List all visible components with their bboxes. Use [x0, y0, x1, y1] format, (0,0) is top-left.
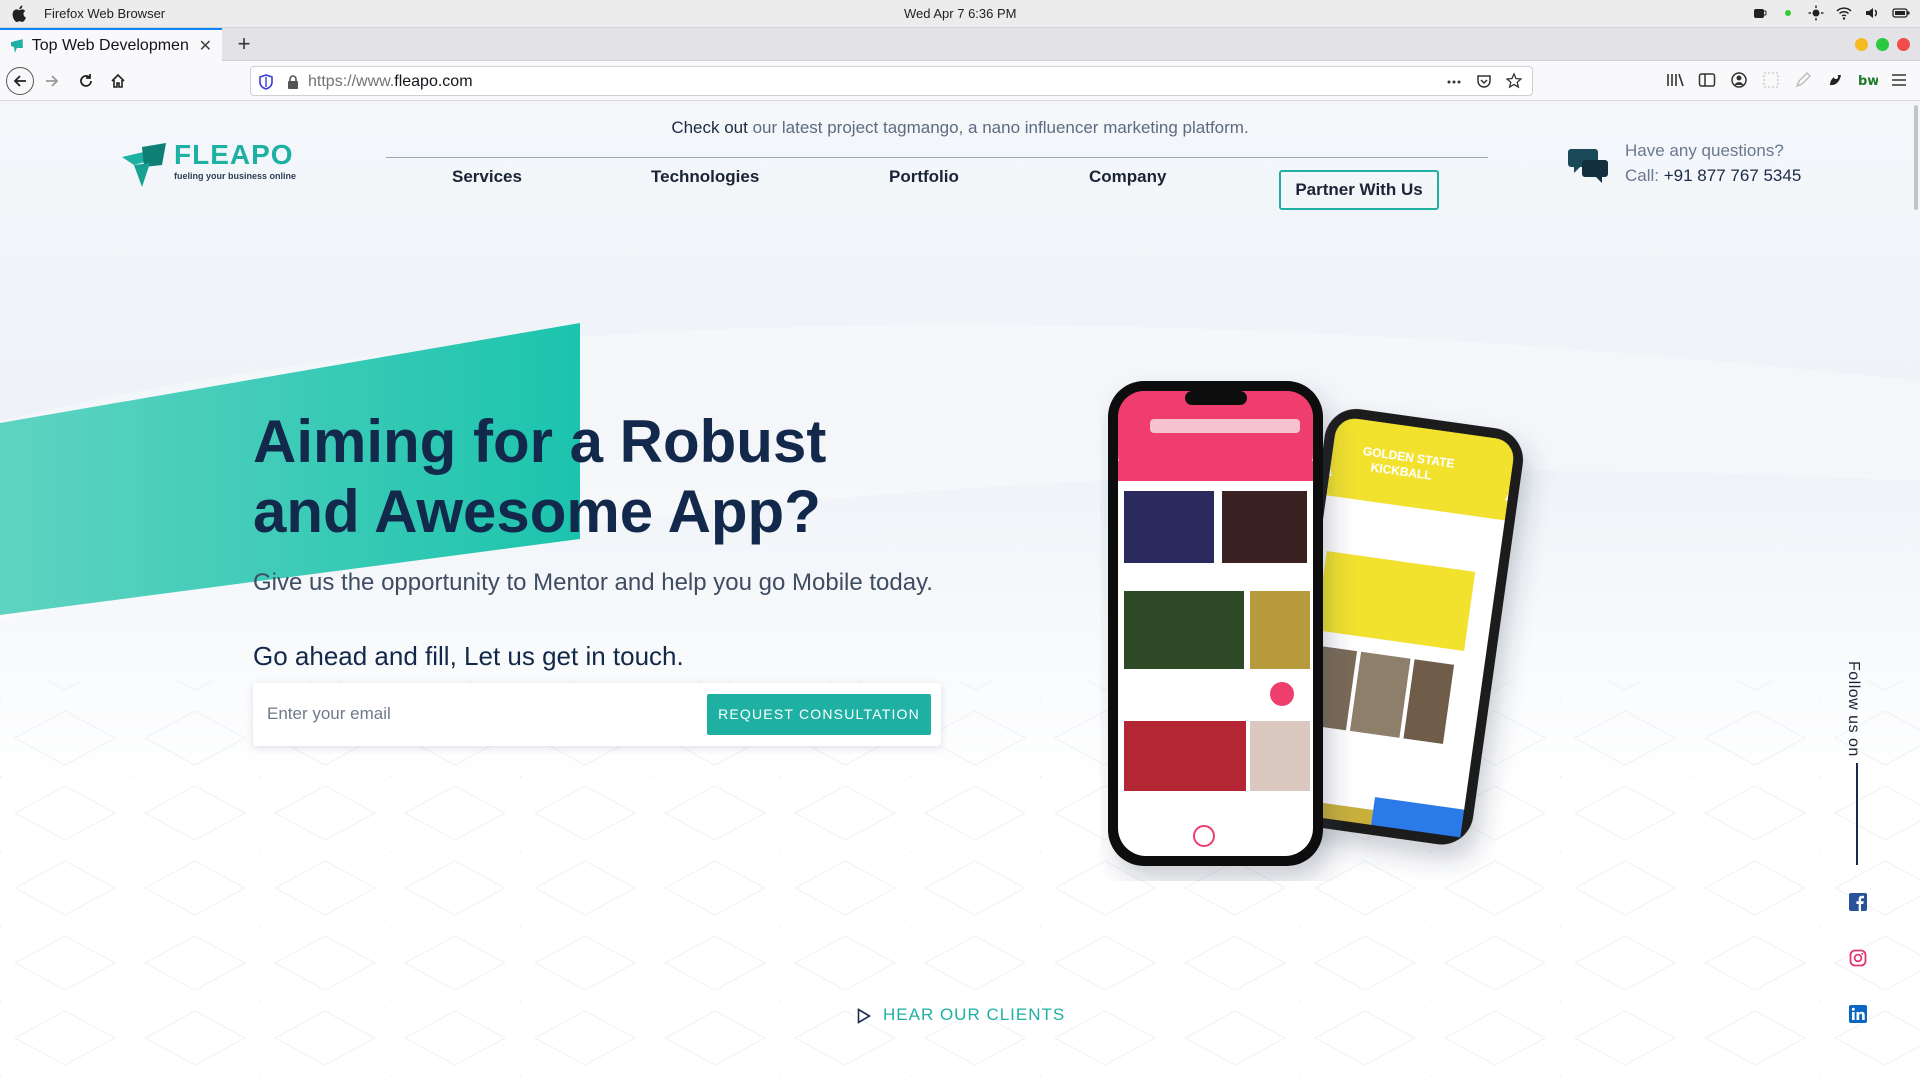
coffee-icon[interactable]	[1752, 5, 1768, 21]
site-favicon-icon	[10, 38, 23, 53]
apple-icon[interactable]	[12, 5, 26, 22]
forward-button[interactable]	[38, 67, 66, 95]
hero-title-line2: and Awesome App?	[253, 478, 821, 545]
bookmark-star-icon[interactable]	[1505, 72, 1523, 95]
screenshot-icon[interactable]	[1762, 71, 1780, 89]
app-phone-mockups: GOLDEN STATE KICKBALL	[1108, 381, 1524, 866]
header-divider	[386, 157, 1488, 158]
clock[interactable]: Wed Apr 7 6:36 PM	[904, 6, 1017, 21]
pocket-icon[interactable]	[1476, 72, 1492, 95]
browser-toolbar: https://www.fleapo.com bw	[0, 61, 1920, 101]
page-scrollbar[interactable]	[1914, 105, 1918, 210]
contact-call: Call: +91 877 767 5345	[1625, 166, 1802, 185]
battery-icon[interactable]	[1892, 5, 1910, 21]
nav-services[interactable]: Services	[452, 167, 522, 187]
facebook-icon[interactable]	[1849, 893, 1867, 911]
browser-tab-active[interactable]: Top Web Development ✕	[0, 28, 222, 61]
svg-text:bw: bw	[1858, 74, 1878, 89]
reload-icon	[80, 74, 92, 87]
window-close-button[interactable]	[1897, 38, 1910, 51]
window-controls	[1855, 38, 1910, 51]
extension-icon[interactable]	[1826, 71, 1844, 89]
back-button[interactable]	[6, 67, 34, 95]
tab-close-icon[interactable]: ✕	[199, 36, 212, 56]
hero-title-line1: Aiming for a Robust	[253, 408, 827, 475]
nav-company[interactable]: Company	[1089, 167, 1166, 187]
consultation-form: REQUEST CONSULTATION	[253, 683, 941, 746]
tab-title: Top Web Development	[31, 36, 189, 54]
hear-our-clients-label: HEAR OUR CLIENTS	[883, 1005, 1066, 1024]
follow-us-label: Follow us on	[1845, 661, 1862, 757]
extension-bw-icon[interactable]: bw	[1858, 71, 1879, 89]
window-minimize-button[interactable]	[1855, 38, 1868, 51]
toolbar-icons: bw	[1666, 71, 1908, 89]
follow-divider	[1856, 763, 1858, 865]
linkedin-icon[interactable]	[1849, 1005, 1867, 1023]
sidebar-icon[interactable]	[1698, 71, 1716, 89]
logo-wordmark: FLEAPO	[174, 139, 294, 170]
url-actions	[1446, 72, 1523, 95]
pencil-icon[interactable]	[1794, 71, 1812, 89]
play-icon	[857, 1007, 871, 1024]
nav-portfolio[interactable]: Portfolio	[889, 167, 959, 187]
tab-strip: Top Web Development ✕ +	[0, 28, 1920, 61]
contact-question: Have any questions?	[1625, 141, 1784, 160]
brightness-icon[interactable]	[1808, 5, 1824, 21]
menu-icon[interactable]	[1890, 71, 1908, 89]
status-tray	[1752, 5, 1910, 21]
logo-mark-icon	[122, 143, 166, 187]
shield-icon[interactable]	[259, 74, 273, 90]
email-input[interactable]	[267, 695, 687, 733]
forward-icon	[46, 75, 59, 87]
hero-cta-text: Go ahead and fill, Let us get in touch.	[253, 641, 684, 671]
url-text[interactable]: https://www.fleapo.com	[308, 73, 473, 91]
active-app-name[interactable]: Firefox Web Browser	[44, 6, 165, 21]
back-icon	[13, 75, 26, 87]
library-icon[interactable]	[1666, 71, 1684, 89]
hero-subtitle: Give us the opportunity to Mentor and he…	[253, 569, 933, 596]
hero-title: Aiming for a Robust and Awesome App?	[253, 407, 953, 547]
volume-icon[interactable]	[1864, 5, 1880, 21]
home-icon	[111, 73, 125, 88]
url-bar[interactable]: https://www.fleapo.com	[250, 66, 1533, 96]
web-page: Check out our latest project tagmango, a…	[0, 101, 1920, 1080]
home-button[interactable]	[104, 67, 132, 95]
fleapo-logo[interactable]: FLEAPO fueling your business online	[122, 139, 312, 189]
request-consultation-button[interactable]: REQUEST CONSULTATION	[707, 694, 931, 735]
partner-with-us-button[interactable]: Partner With Us	[1279, 170, 1439, 210]
account-icon[interactable]	[1730, 71, 1748, 89]
wifi-icon[interactable]	[1836, 5, 1852, 21]
nav-technologies[interactable]: Technologies	[651, 167, 759, 187]
reload-button[interactable]	[72, 67, 100, 95]
chat-bubble-icon	[1568, 149, 1608, 183]
announcement-bar[interactable]: Check out our latest project tagmango, a…	[0, 118, 1920, 138]
contact-phone-link[interactable]: +91 877 767 5345	[1664, 166, 1802, 185]
status-dot-icon[interactable]	[1780, 5, 1796, 21]
logo-tagline: fueling your business online	[174, 171, 297, 181]
lock-icon[interactable]	[287, 74, 299, 90]
hear-our-clients-link[interactable]: HEAR OUR CLIENTS	[857, 1005, 1065, 1025]
new-tab-button[interactable]: +	[232, 32, 256, 56]
window-maximize-button[interactable]	[1876, 38, 1889, 51]
page-actions-icon[interactable]	[1446, 72, 1462, 95]
os-menubar: Firefox Web Browser Wed Apr 7 6:36 PM	[0, 0, 1920, 28]
instagram-icon[interactable]	[1849, 949, 1867, 967]
